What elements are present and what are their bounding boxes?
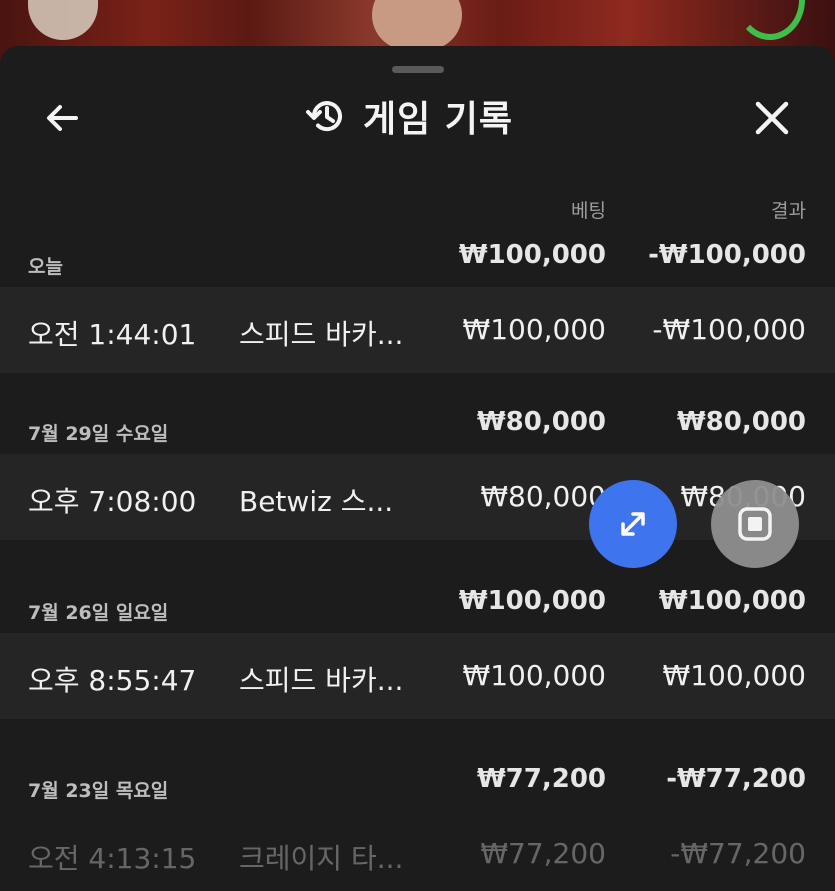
group-date: 7월 29일 수요일 [28, 423, 169, 445]
row-time: 오후 7:08:00 [28, 485, 197, 518]
group-header: 7월 29일 수요일 ₩80,000 ₩80,000 [0, 407, 835, 447]
dealer-image [372, 0, 462, 50]
group-bet-total: ₩100,000 [458, 240, 606, 270]
game-history-sheet: 게임 기록 베팅 결과 오늘 ₩100,000 -₩100,000 오전 1:4… [0, 46, 835, 891]
row-game: Betwiz 스... [239, 485, 394, 518]
expand-button[interactable] [589, 480, 677, 568]
date-group: 7월 26일 일요일 ₩100,000 ₩100,000 오후 8:55:47 … [0, 586, 835, 719]
group-date: 오늘 [28, 256, 63, 278]
row-time: 오전 1:44:01 [28, 318, 197, 351]
history-row[interactable]: 오후 8:55:47 스피드 바카... ₩100,000 ₩100,000 [0, 633, 835, 719]
arrow-left-icon [47, 105, 78, 131]
date-group: 7월 23일 목요일 ₩77,200 -₩77,200 오전 4:13:15 크… [0, 764, 835, 891]
group-header: 오늘 ₩100,000 -₩100,000 [0, 240, 835, 280]
group-date: 7월 26일 일요일 [28, 602, 169, 624]
close-button[interactable] [750, 96, 794, 140]
group-bet-total: ₩77,200 [476, 764, 606, 794]
column-header-bet: 베팅 [571, 200, 606, 222]
history-icon [306, 101, 342, 132]
history-row[interactable]: 오후 7:08:00 Betwiz 스... ₩80,000 ₩80,000 [0, 454, 835, 540]
column-header-result: 결과 [771, 200, 806, 222]
row-result: ₩100,000 [662, 659, 806, 692]
timer-ring [735, 0, 805, 40]
history-row[interactable]: 오전 4:13:15 크레이지 타... ₩77,200 -₩77,200 [0, 811, 835, 891]
row-time: 오전 4:13:15 [28, 842, 197, 875]
row-game: 스피드 바카... [239, 318, 404, 351]
row-time: 오후 8:55:47 [28, 664, 197, 697]
expand-icon [621, 512, 645, 536]
date-group: 7월 29일 수요일 ₩80,000 ₩80,000 오후 7:08:00 Be… [0, 407, 835, 540]
stop-button[interactable] [711, 480, 799, 568]
group-header: 7월 23일 목요일 ₩77,200 -₩77,200 [0, 764, 835, 804]
group-result-total: -₩100,000 [648, 240, 806, 270]
back-button[interactable] [40, 96, 84, 140]
stop-icon [738, 507, 772, 541]
group-result-total: -₩77,200 [666, 764, 806, 794]
group-date: 7월 23일 목요일 [28, 780, 169, 802]
group-result-total: ₩80,000 [676, 407, 806, 437]
row-bet: ₩100,000 [462, 659, 606, 692]
drag-handle[interactable] [392, 66, 444, 73]
history-row[interactable]: 오전 1:44:01 스피드 바카... ₩100,000 -₩100,000 [0, 287, 835, 373]
header: 게임 기록 [0, 86, 835, 146]
page-title: 게임 기록 [363, 99, 514, 140]
group-header: 7월 26일 일요일 ₩100,000 ₩100,000 [0, 586, 835, 626]
close-icon [755, 101, 789, 135]
row-game: 스피드 바카... [239, 664, 404, 697]
group-bet-total: ₩100,000 [458, 586, 606, 616]
row-result: -₩77,200 [670, 837, 806, 870]
date-group: 오늘 ₩100,000 -₩100,000 오전 1:44:01 스피드 바카.… [0, 240, 835, 373]
row-game: 크레이지 타... [239, 842, 404, 875]
row-bet: ₩100,000 [462, 313, 606, 346]
group-bet-total: ₩80,000 [476, 407, 606, 437]
row-bet: ₩80,000 [480, 480, 606, 513]
row-bet: ₩77,200 [480, 837, 606, 870]
row-result: -₩100,000 [652, 313, 806, 346]
group-result-total: ₩100,000 [658, 586, 806, 616]
lantern-decoration [28, 0, 98, 40]
